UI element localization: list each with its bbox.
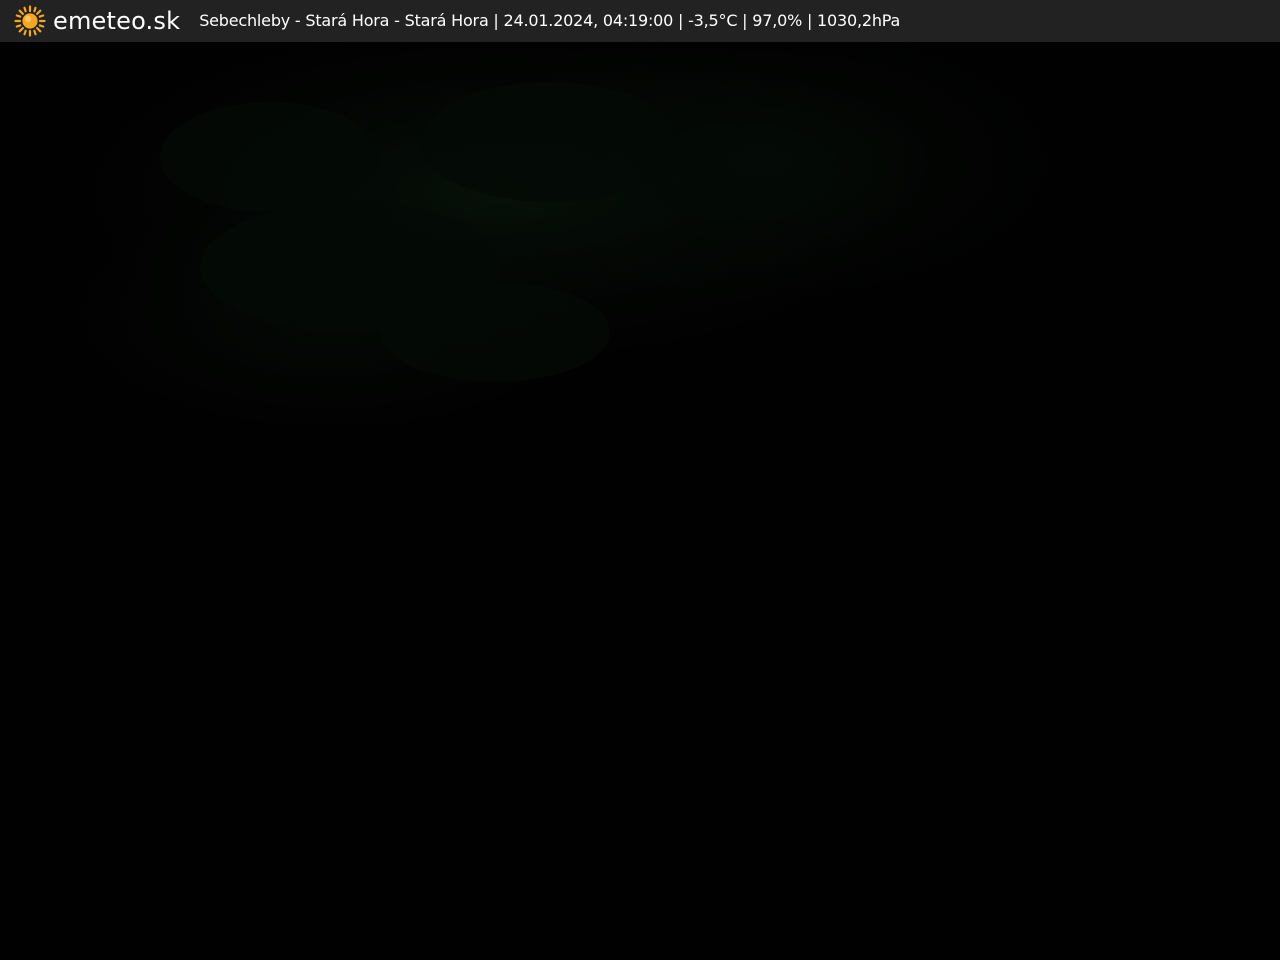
webcam-treeline-shadow <box>420 82 680 202</box>
webcam-treeline-shadow <box>380 282 610 382</box>
webcam-treeline-shadow <box>160 102 380 212</box>
caption-bar: emeteo.sk Sebechleby - Stará Hora - Star… <box>0 0 1280 42</box>
webcam-treeline-shadow <box>640 122 840 222</box>
webcam-image <box>0 42 1280 960</box>
sun-icon <box>14 5 46 37</box>
brand-name: emeteo.sk <box>53 7 181 35</box>
emeteo-logo[interactable]: emeteo.sk <box>14 0 180 42</box>
station-caption: Sebechleby - Stará Hora - Stará Hora | 2… <box>199 11 901 30</box>
webcam-frame: emeteo.sk Sebechleby - Stará Hora - Star… <box>0 0 1280 960</box>
